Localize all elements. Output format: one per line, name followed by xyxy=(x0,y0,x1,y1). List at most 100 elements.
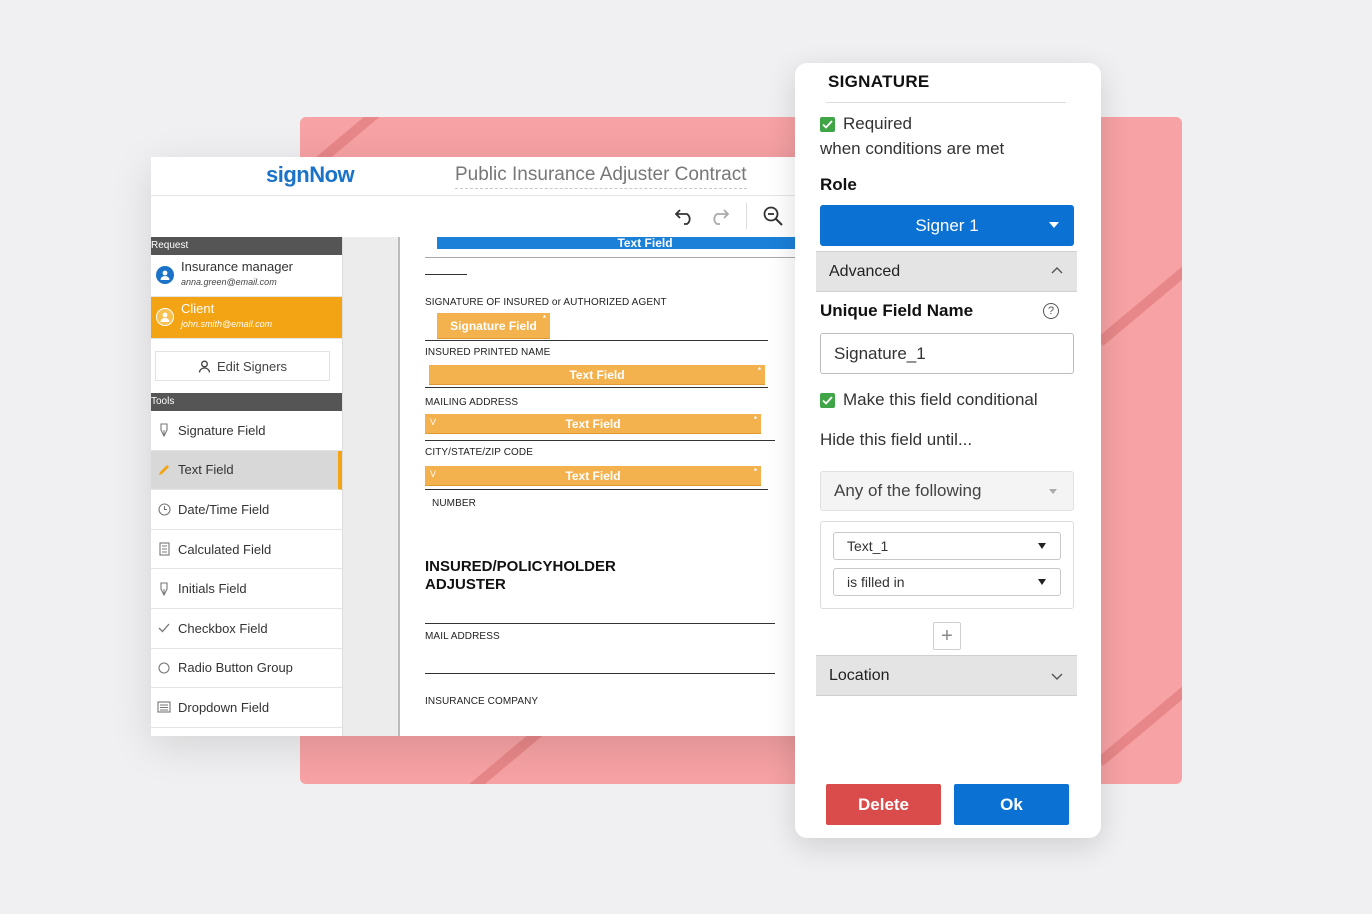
field-label: Signature Field xyxy=(450,318,537,333)
help-icon[interactable]: ? xyxy=(1043,303,1059,319)
title-divider xyxy=(826,102,1066,103)
top-bar: signNow Public Insurance Adjuster Contra… xyxy=(151,157,851,196)
top-text-field[interactable]: Text Field xyxy=(437,236,851,250)
underline xyxy=(425,274,467,275)
document-title[interactable]: Public Insurance Adjuster Contract xyxy=(455,164,747,189)
dropdown-mark: V xyxy=(430,417,437,427)
adjuster-heading: ADJUSTER xyxy=(425,576,506,593)
tool-checkbox-field[interactable]: Checkbox Field xyxy=(151,609,342,649)
delete-button[interactable]: Delete xyxy=(826,784,941,825)
tool-text-field[interactable]: Text Field xyxy=(151,450,342,491)
signer-email: john.smith@email.com xyxy=(181,319,273,329)
city-text-field[interactable]: V Text Field * xyxy=(425,466,761,486)
canvas-gutter xyxy=(343,237,398,736)
required-mark: * xyxy=(542,314,546,323)
location-accordion[interactable]: Location xyxy=(816,655,1077,696)
tool-radio-button-group[interactable]: Radio Button Group xyxy=(151,649,342,689)
user-avatar-icon xyxy=(156,308,174,326)
toolbar xyxy=(151,196,851,236)
tool-label: Calculated Field xyxy=(178,541,272,557)
edit-signers-label: Edit Signers xyxy=(216,358,288,374)
tool-calculated-field[interactable]: Calculated Field xyxy=(151,530,342,570)
signature-properties-panel: SIGNATURE Required when conditions are m… xyxy=(795,63,1101,838)
undo-icon[interactable] xyxy=(673,204,697,228)
checkmark-icon xyxy=(157,621,171,635)
role-label: Role xyxy=(820,175,857,194)
tool-datetime-field[interactable]: Date/Time Field xyxy=(151,490,342,530)
caret-down-icon xyxy=(1038,543,1046,549)
request-section-header: Request xyxy=(151,237,342,255)
conditional-checkbox-row[interactable]: Make this field conditional xyxy=(820,390,1038,410)
pen-nib-icon xyxy=(157,423,171,438)
tool-label: Text Field xyxy=(178,462,234,478)
caret-down-icon xyxy=(1049,489,1057,494)
signature-line xyxy=(425,340,768,341)
edit-signers-button[interactable]: Edit Signers xyxy=(155,351,330,381)
tool-label: Radio Button Group xyxy=(178,660,293,676)
caret-down-icon xyxy=(1049,222,1059,228)
policyholder-heading: INSURED/POLICYHOLDER xyxy=(425,558,616,575)
unique-field-name-input[interactable]: Signature_1 xyxy=(820,333,1074,374)
document-page: Text Field SIGNATURE OF INSURED or AUTHO… xyxy=(398,236,851,736)
signer-client[interactable]: Client john.smith@email.com xyxy=(151,297,342,339)
printed-name-label: INSURED PRINTED NAME xyxy=(425,347,551,358)
required-mark: * xyxy=(753,415,757,424)
checkbox-checked-icon[interactable] xyxy=(820,116,835,132)
tool-signature-field[interactable]: Signature Field xyxy=(151,411,342,451)
signature-field[interactable]: Signature Field * xyxy=(437,313,550,339)
chevron-down-icon xyxy=(1051,673,1063,680)
tool-label: Checkbox Field xyxy=(178,620,268,636)
field-label: Text Field xyxy=(565,416,621,431)
signer-name: Insurance manager xyxy=(181,259,294,274)
printed-name-text-field[interactable]: Text Field * xyxy=(429,365,765,385)
match-mode-value: Any of the following xyxy=(834,481,982,500)
condition-field-value: Text_1 xyxy=(847,538,889,554)
role-value: Signer 1 xyxy=(915,215,979,235)
dropdown-mark: V xyxy=(430,469,437,479)
city-state-zip-label: CITY/STATE/ZIP CODE xyxy=(425,447,534,458)
insurance-company-label: INSURANCE COMPANY xyxy=(425,696,539,707)
redo-icon[interactable] xyxy=(707,204,731,228)
required-label: Required xyxy=(843,114,912,133)
toolbar-separator xyxy=(746,203,747,229)
signer-email: anna.green@email.com xyxy=(181,277,277,287)
hide-until-label: Hide this field until... xyxy=(820,430,973,449)
tool-label: Initials Field xyxy=(178,581,247,597)
adjuster-line xyxy=(425,623,775,624)
caret-down-icon xyxy=(1038,579,1046,585)
signer-insurance-manager[interactable]: Insurance manager anna.green@email.com xyxy=(151,255,342,297)
mailing-address-label: MAILING ADDRESS xyxy=(425,397,519,408)
signnow-logo[interactable]: signNow xyxy=(266,162,355,188)
pencil-icon xyxy=(157,463,171,477)
condition-field-select[interactable]: Text_1 xyxy=(833,532,1061,560)
condition-operator-select[interactable]: is filled in xyxy=(833,568,1061,596)
tools-section-header: Tools xyxy=(151,393,342,411)
calculator-icon xyxy=(157,542,171,556)
condition-operator-value: is filled in xyxy=(847,574,905,590)
editor-window: signNow Public Insurance Adjuster Contra… xyxy=(151,157,851,736)
required-checkbox-row[interactable]: Required xyxy=(820,114,912,134)
condition-group: Text_1 is filled in xyxy=(820,521,1074,609)
advanced-accordion[interactable]: Advanced xyxy=(816,251,1077,292)
checkbox-checked-icon[interactable] xyxy=(820,392,835,408)
tool-initials-field[interactable]: Initials Field xyxy=(151,569,342,609)
tool-dropdown-field[interactable]: Dropdown Field xyxy=(151,688,342,728)
field-label: Text Field xyxy=(569,367,625,382)
list-icon xyxy=(157,700,171,714)
ok-button[interactable]: Ok xyxy=(954,784,1069,825)
tool-label: Dropdown Field xyxy=(178,699,270,715)
add-condition-button[interactable]: + xyxy=(933,622,961,650)
number-label: NUMBER xyxy=(432,498,476,509)
mailing-address-text-field[interactable]: V Text Field * xyxy=(425,414,761,434)
required-mark: * xyxy=(753,467,757,476)
location-label: Location xyxy=(829,666,890,684)
mail-address-label: MAIL ADDRESS xyxy=(425,631,500,642)
panel-title: SIGNATURE xyxy=(828,72,930,91)
backdrop-stripe xyxy=(1096,681,1182,766)
zoom-out-icon[interactable] xyxy=(761,204,785,228)
match-mode-select[interactable]: Any of the following xyxy=(820,471,1074,511)
role-select[interactable]: Signer 1 xyxy=(820,205,1074,246)
mail-line xyxy=(425,673,775,674)
backdrop-stripe xyxy=(466,728,543,784)
pen-nib-icon xyxy=(157,582,171,596)
